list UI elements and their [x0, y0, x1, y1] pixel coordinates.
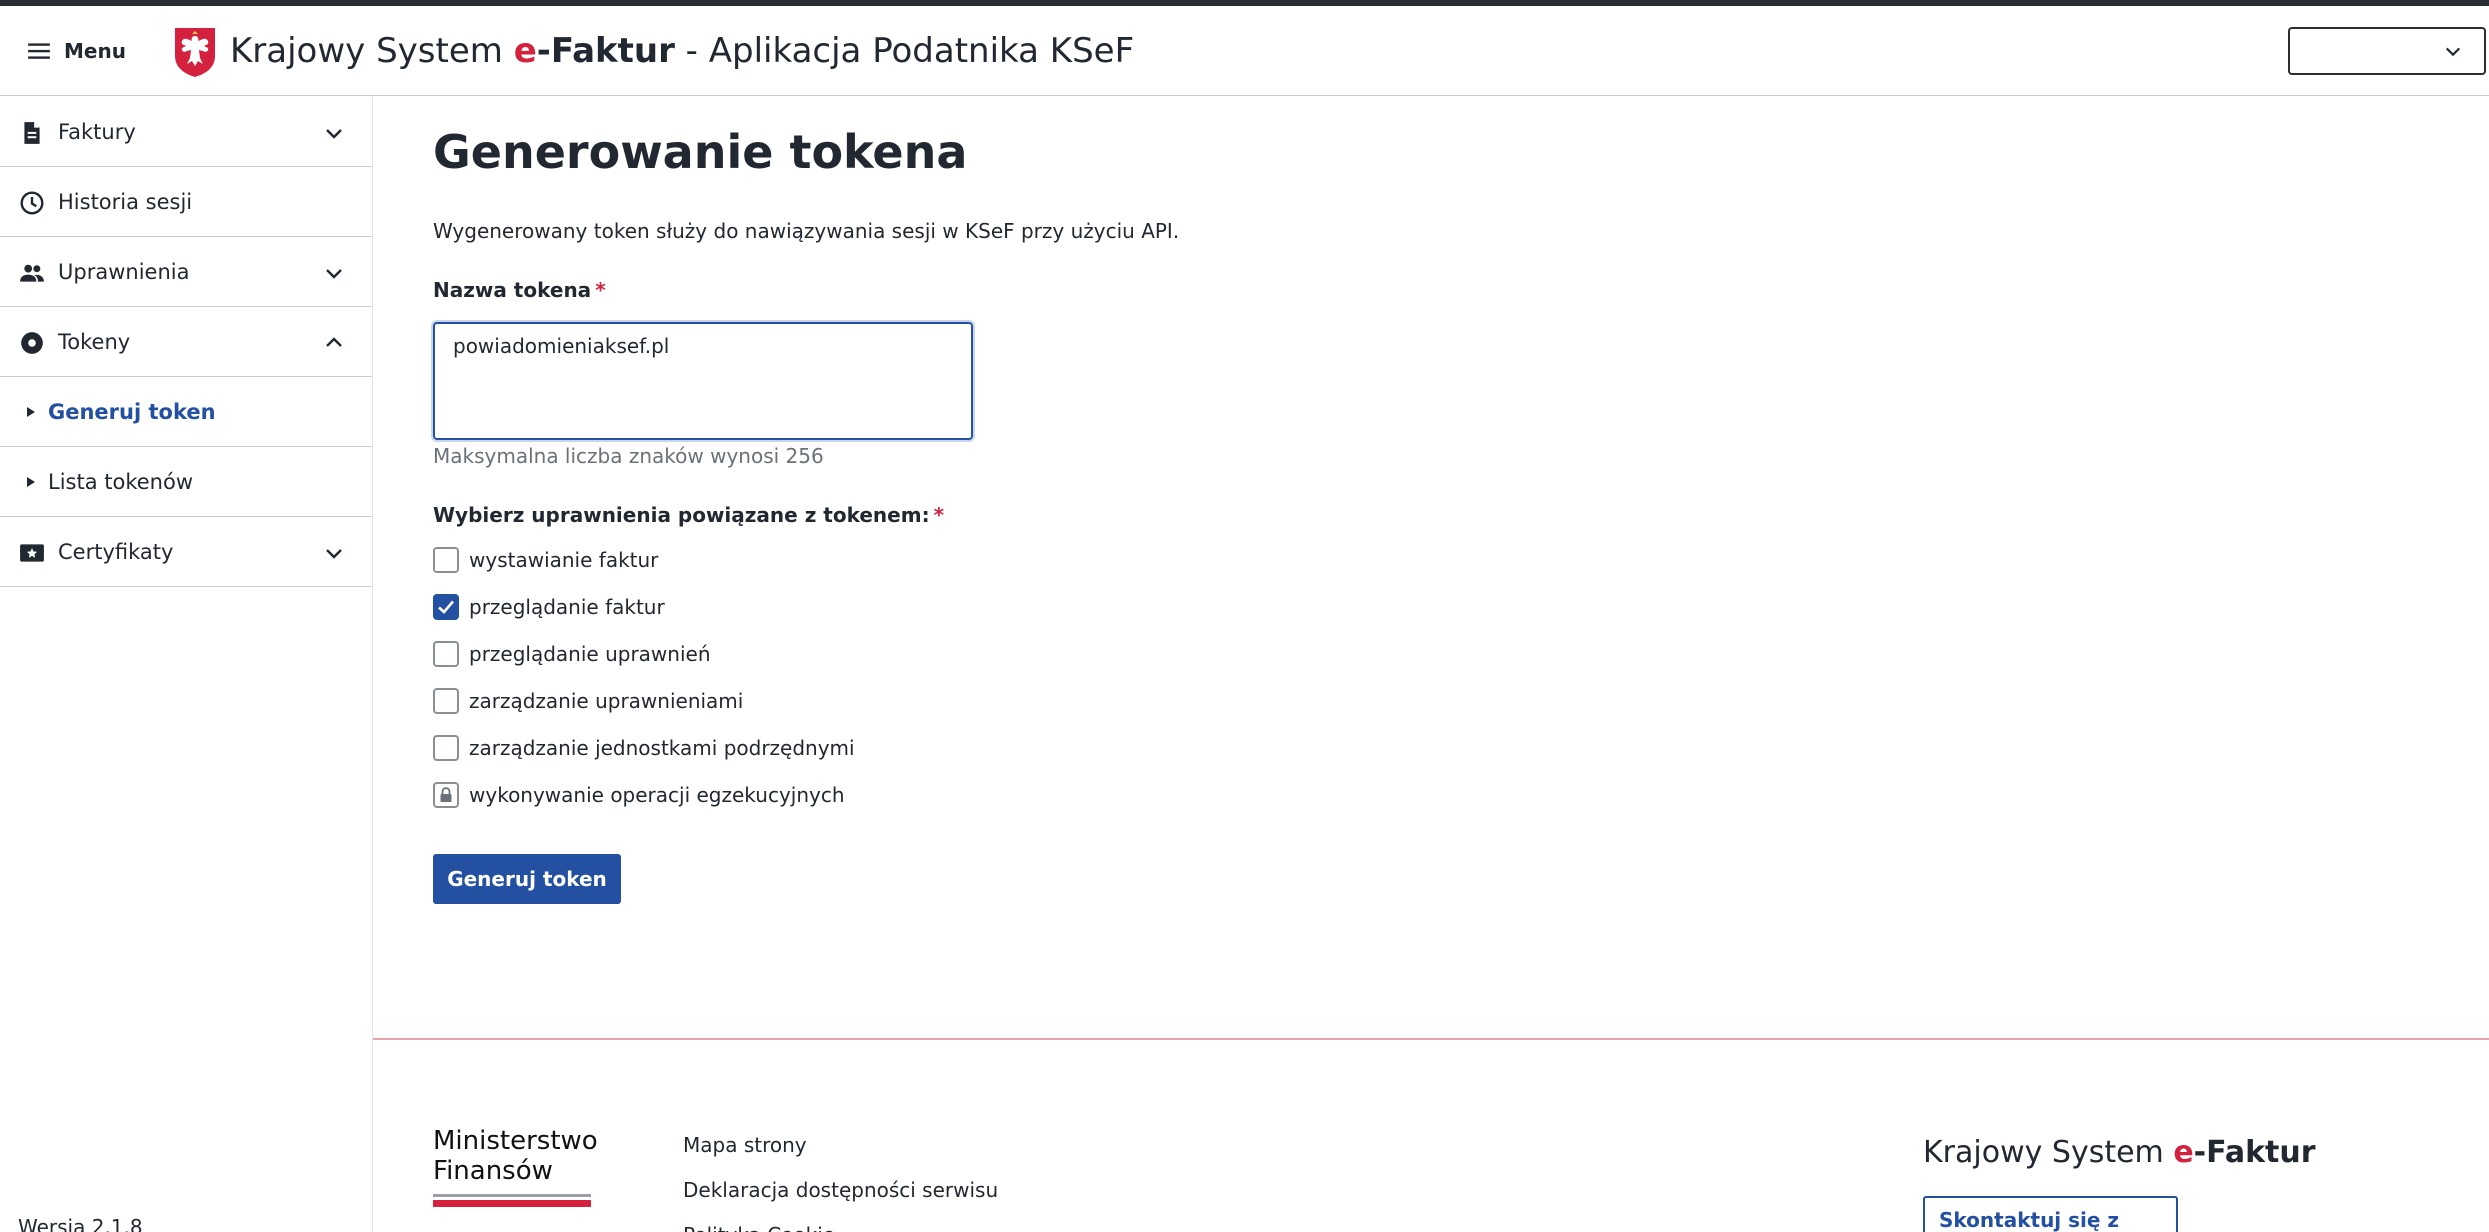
sidebar-item-uprawnienia[interactable]: Uprawnienia [0, 237, 372, 307]
emblem-eagle-icon [175, 28, 215, 77]
sidebar-item-label: Faktury [58, 120, 136, 144]
clock-icon [20, 191, 44, 215]
footer-brand: Krajowy System e-Faktur [1923, 1135, 2316, 1170]
permission-zarzadzanie-uprawnieniami[interactable]: zarządzanie uprawnieniami [433, 688, 743, 714]
app-title-e: e [513, 31, 537, 71]
token-name-label-text: Nazwa tokena [433, 278, 592, 302]
permission-checkbox-locked [433, 782, 459, 808]
permission-operacje-egzekucyjne: wykonywanie operacji egzekucyjnych [433, 782, 845, 808]
footer-brand-prefix: Krajowy System [1923, 1135, 2174, 1170]
chevron-down-icon [2445, 47, 2461, 57]
footer-brand-e: e [2173, 1135, 2194, 1170]
permission-checkbox[interactable] [433, 641, 459, 667]
sidebar-item-label: Lista tokenów [48, 470, 194, 494]
permission-wystawianie-faktur[interactable]: wystawianie faktur [433, 547, 658, 573]
sidebar-subitem-generuj-token[interactable]: Generuj token [0, 377, 372, 447]
ministry-logo-line1: Ministerstwo [433, 1126, 598, 1156]
token-name-label: Nazwa tokena * [433, 278, 606, 302]
chevron-up-icon [326, 337, 342, 347]
required-mark: * [595, 278, 606, 302]
footer-link-polityka-cookie[interactable]: Polityka Cookie [683, 1222, 998, 1232]
language-select[interactable] [2288, 27, 2486, 75]
sidebar-item-label: Tokeny [58, 330, 131, 354]
checkmark-icon [438, 600, 454, 614]
permission-label: przeglądanie uprawnień [469, 642, 711, 666]
triangle-bullet-icon [27, 477, 35, 487]
footer-link-mapa-strony[interactable]: Mapa strony [683, 1132, 998, 1177]
footer-links: Mapa strony Deklaracja dostępności serwi… [683, 1132, 998, 1232]
menu-label: Menu [64, 39, 126, 63]
sidebar-item-label: Generuj token [48, 400, 216, 424]
ministry-logo-bar-red [433, 1200, 591, 1207]
permission-checkbox[interactable] [433, 594, 459, 620]
chevron-down-icon [326, 269, 342, 279]
ministry-logo-bar [433, 1194, 591, 1197]
contact-button[interactable]: Skontaktuj się z nami [1923, 1196, 2178, 1232]
token-icon [21, 332, 43, 354]
app-title-suffix: - Aplikacja Podatnika KSeF [674, 31, 1135, 71]
required-mark: * [933, 503, 945, 527]
footer-divider [373, 1038, 2489, 1040]
permission-przegladanie-faktur[interactable]: przeglądanie faktur [433, 594, 665, 620]
footer-brand-faktur: -Faktur [2193, 1135, 2316, 1170]
permission-label: zarządzanie uprawnieniami [469, 689, 744, 713]
permission-checkbox[interactable] [433, 735, 459, 761]
app-title-prefix: Krajowy System [230, 31, 514, 71]
document-icon [24, 122, 40, 144]
chevron-down-icon [326, 129, 342, 139]
token-name-input[interactable]: powiadomieniaksef.pl [431, 320, 975, 442]
app-version: Wersja 2.1.8 [18, 1215, 143, 1232]
sidebar-item-faktury[interactable]: Faktury [0, 97, 372, 167]
token-name-hint: Maksymalna liczba znaków wynosi 256 [433, 444, 824, 468]
sidebar-item-label: Historia sesji [58, 190, 193, 214]
permission-label: zarządzanie jednostkami podrzędnymi [469, 736, 855, 760]
app-header: Menu Krajowy System e-Faktur - Aplikacja… [0, 6, 2489, 96]
sidebar-item-historia-sesji[interactable]: Historia sesji [0, 167, 372, 237]
sidebar-item-certyfikaty[interactable]: Certyfikaty [0, 517, 372, 587]
people-icon [20, 264, 44, 282]
permissions-label-text: Wybierz uprawnienia powiązane z tokenem: [433, 503, 930, 527]
permission-label: wystawianie faktur [469, 548, 659, 572]
sidebar: Faktury Historia sesji Uprawnienia Token… [0, 97, 373, 1232]
sidebar-item-label: Certyfikaty [58, 540, 174, 564]
generate-token-button[interactable]: Generuj token [433, 854, 621, 904]
ministry-logo-line2: Finansów [433, 1156, 553, 1186]
sidebar-item-label: Uprawnienia [58, 260, 190, 284]
permissions-label: Wybierz uprawnienia powiązane z tokenem:… [433, 503, 944, 527]
menu-button[interactable]: Menu [26, 30, 126, 72]
app-title-faktur: -Faktur [536, 31, 675, 71]
sidebar-item-tokeny[interactable]: Tokeny [0, 307, 372, 377]
permission-checkbox[interactable] [433, 547, 459, 573]
hamburger-icon [28, 43, 50, 59]
ministry-logo[interactable]: Ministerstwo Finansów [433, 1126, 603, 1207]
footer-link-deklaracja-dostepnosci[interactable]: Deklaracja dostępności serwisu [683, 1177, 998, 1222]
certificate-icon [20, 544, 44, 562]
chevron-down-icon [326, 549, 342, 559]
app-title: Krajowy System e-Faktur - Aplikacja Poda… [230, 30, 1134, 72]
page-description: Wygenerowany token służy do nawiązywania… [433, 219, 1180, 243]
page-title: Generowanie tokena [433, 125, 968, 179]
permission-label: przeglądanie faktur [469, 595, 665, 619]
permission-przegladanie-uprawnien[interactable]: przeglądanie uprawnień [433, 641, 711, 667]
permission-checkbox[interactable] [433, 688, 459, 714]
sidebar-subitem-lista-tokenow[interactable]: Lista tokenów [0, 447, 372, 517]
permission-zarzadzanie-jednostkami[interactable]: zarządzanie jednostkami podrzędnymi [433, 735, 855, 761]
triangle-bullet-icon [27, 407, 35, 417]
permission-label: wykonywanie operacji egzekucyjnych [469, 783, 845, 807]
lock-icon [440, 787, 452, 802]
